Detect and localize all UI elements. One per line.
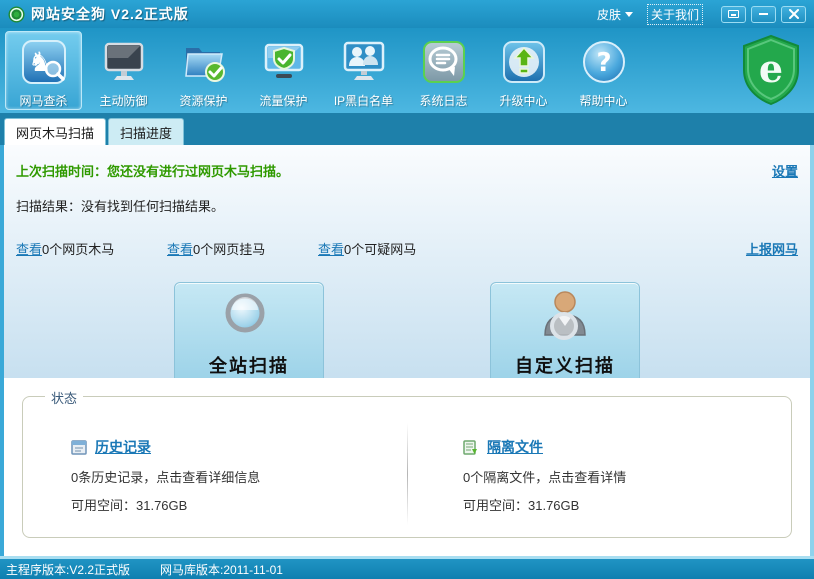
tab-webshell-scan[interactable]: 网页木马扫描 — [4, 118, 106, 145]
upgrade-arrow-icon — [497, 35, 551, 89]
full-site-scan-button[interactable]: 全站扫描 — [174, 282, 324, 384]
close-button[interactable] — [781, 6, 806, 23]
app-window: 网站安全狗 V2.2正式版 皮肤 关于我们 — [0, 0, 814, 579]
view-hanging-trojan-link[interactable]: 查看 — [167, 242, 193, 257]
toolbar-item-active-defense[interactable]: 主动防御 — [85, 31, 162, 110]
quarantine-free-space: 可用空间：31.76GB — [463, 495, 626, 514]
folder-check-icon — [177, 35, 231, 89]
toolbar-item-label: 升级中心 — [499, 92, 547, 109]
scan-result-text: 扫描结果：没有找到任何扫描结果。 — [16, 196, 798, 215]
history-section: 历史记录 0条历史记录，点击查看详细信息 可用空间：31.76GB — [71, 437, 260, 514]
toolbar-item-traffic-protect[interactable]: 流量保护 — [245, 31, 322, 110]
chevron-down-icon — [625, 12, 633, 17]
about-us-button[interactable]: 关于我们 — [647, 4, 703, 25]
status-divider — [407, 423, 408, 525]
log-bubble-icon — [417, 35, 471, 89]
view-webshell-link[interactable]: 查看 — [16, 242, 42, 257]
toolbar-item-upgrade-center[interactable]: 升级中心 — [485, 31, 562, 110]
bottom-statusbar: 主程序版本:V2.2正式版 网马库版本:2011-11-01 — [0, 556, 814, 579]
toolbar-item-label: 资源保护 — [179, 92, 227, 109]
status-legend: 状态 — [45, 388, 83, 407]
window-title: 网站安全狗 V2.2正式版 — [31, 4, 189, 24]
skin-menu-button[interactable]: 皮肤 — [597, 6, 633, 23]
view-suspicious-link[interactable]: 查看 — [318, 242, 344, 257]
toolbar-item-resource-protect[interactable]: 资源保护 — [165, 31, 242, 110]
quarantine-icon — [463, 440, 479, 455]
brand-shield-logo: e — [740, 34, 802, 111]
app-logo-icon — [8, 6, 25, 23]
custom-scan-label: 自定义扫描 — [515, 352, 615, 378]
svg-text:e: e — [759, 46, 783, 91]
toolbar-item-label: 帮助中心 — [579, 92, 627, 109]
history-free-space: 可用空间：31.76GB — [71, 495, 260, 514]
status-groupbox: 状态 历史记录 0条历史记录，点击查看详细信息 可用空间：31.76GB — [22, 396, 792, 538]
suspicious-counter-text: 0个可疑网马 — [344, 242, 416, 257]
settings-link[interactable]: 设置 — [772, 161, 798, 180]
minimize-button[interactable] — [751, 6, 776, 23]
monitor-icon — [97, 35, 151, 89]
toolbar-item-ip-list[interactable]: IP黑白名单 — [325, 31, 402, 110]
minimize-icon — [759, 13, 768, 15]
quarantine-desc: 0个隔离文件，点击查看详情 — [463, 467, 626, 486]
toolbar-item-label: 系统日志 — [419, 92, 467, 109]
minimize-to-tray-button[interactable] — [721, 6, 746, 23]
main-toolbar: ♞ 网马查杀 主动防御 — [0, 28, 814, 113]
full-site-scan-label: 全站扫描 — [209, 352, 289, 378]
help-question-icon: ? — [577, 35, 631, 89]
toolbar-item-label: 主动防御 — [99, 92, 147, 109]
history-icon — [71, 440, 87, 455]
tray-icon — [728, 10, 739, 18]
custom-scan-button[interactable]: 自定义扫描 — [490, 282, 640, 384]
db-version-text: 网马库版本:2011-11-01 — [160, 561, 283, 578]
tab-bar: 网页木马扫描 扫描进度 — [0, 113, 814, 145]
quarantine-link[interactable]: 隔离文件 — [487, 437, 543, 457]
last-scan-time-text: 上次扫描时间：您还没有进行过网页木马扫描。 — [16, 161, 289, 180]
close-icon — [789, 9, 799, 19]
main-version-text: 主程序版本:V2.2正式版 — [6, 561, 130, 578]
magnifier-icon — [218, 288, 280, 350]
titlebar: 网站安全狗 V2.2正式版 皮肤 关于我们 — [0, 0, 814, 28]
history-link[interactable]: 历史记录 — [95, 437, 151, 457]
tab-scan-progress[interactable]: 扫描进度 — [108, 118, 184, 145]
hanging-trojan-counter: 查看0个网页挂马 — [167, 239, 318, 258]
webshell-scan-icon: ♞ — [17, 35, 71, 89]
toolbar-item-help-center[interactable]: ? 帮助中心 — [565, 31, 642, 110]
report-trojan-link[interactable]: 上报网马 — [746, 239, 798, 258]
person-magnifier-icon — [534, 288, 596, 350]
webshell-counter-text: 0个网页木马 — [42, 242, 114, 257]
toolbar-item-label: 流量保护 — [259, 92, 307, 109]
skin-menu-label: 皮肤 — [597, 6, 621, 23]
status-area: 状态 历史记录 0条历史记录，点击查看详细信息 可用空间：31.76GB — [4, 378, 810, 556]
toolbar-item-label: IP黑白名单 — [334, 92, 393, 109]
toolbar-item-webshell-scan[interactable]: ♞ 网马查杀 — [5, 31, 82, 110]
webshell-counter: 查看0个网页木马 — [16, 239, 167, 258]
scan-panel: 上次扫描时间：您还没有进行过网页木马扫描。 设置 扫描结果：没有找到任何扫描结果… — [4, 145, 810, 378]
monitor-shield-icon — [257, 35, 311, 89]
history-desc: 0条历史记录，点击查看详细信息 — [71, 467, 260, 486]
hanging-trojan-counter-text: 0个网页挂马 — [193, 242, 265, 257]
toolbar-item-label: 网马查杀 — [19, 92, 67, 109]
suspicious-counter: 查看0个可疑网马 — [318, 239, 469, 258]
toolbar-item-system-log[interactable]: 系统日志 — [405, 31, 482, 110]
monitor-users-icon — [337, 35, 391, 89]
quarantine-section: 隔离文件 0个隔离文件，点击查看详情 可用空间：31.76GB — [463, 437, 626, 514]
svg-text:?: ? — [596, 48, 611, 78]
